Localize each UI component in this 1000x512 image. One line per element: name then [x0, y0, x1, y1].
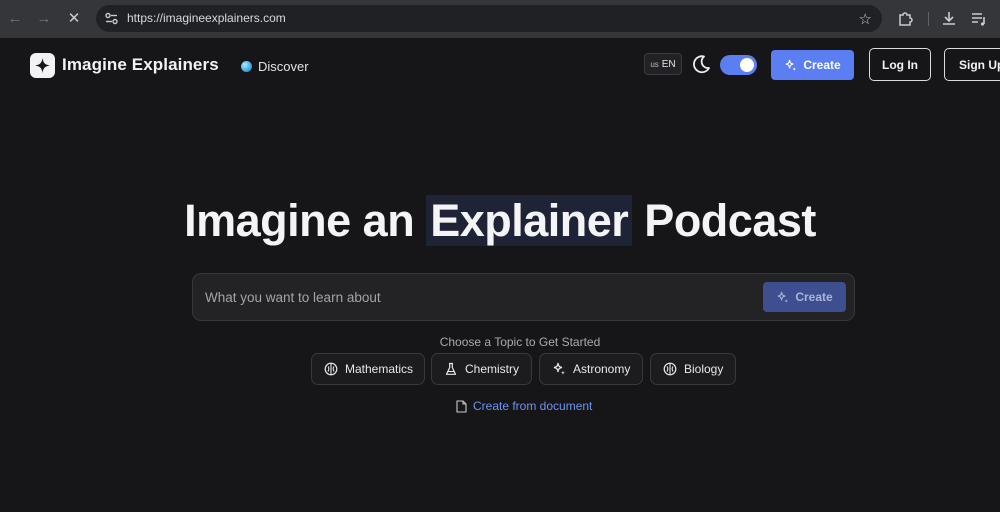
topic-chip-astronomy[interactable]: Astronomy: [539, 353, 643, 385]
us-flag-icon: us: [650, 59, 659, 69]
create-from-document-link[interactable]: Create from document: [456, 399, 592, 413]
logo-icon[interactable]: [30, 53, 55, 78]
discover-icon: [241, 60, 252, 72]
sparkles-icon: [786, 59, 797, 71]
topic-search-input[interactable]: [205, 286, 745, 308]
topic-chip-label: Astronomy: [573, 362, 631, 376]
hero-title-start: Imagine an: [184, 195, 427, 246]
language-selector[interactable]: us EN: [644, 53, 682, 75]
back-arrow-icon[interactable]: ←: [5, 9, 25, 29]
stop-loading-icon[interactable]: ✕: [64, 9, 84, 29]
page-body: Imagine Explainers Discover us EN Create…: [0, 38, 1000, 512]
create-from-document-label: Create from document: [473, 399, 593, 413]
flask-icon: [445, 362, 457, 375]
topic-chip-label: Mathematics: [345, 362, 414, 376]
login-button[interactable]: Log In: [869, 48, 931, 81]
download-icon[interactable]: [939, 9, 959, 29]
topic-chip-label: Chemistry: [465, 362, 520, 376]
url-text[interactable]: https://imagineexplainers.com: [127, 11, 286, 25]
search-create-label: Create: [795, 290, 833, 304]
search-create-button[interactable]: Create: [763, 282, 846, 312]
toolbar-divider: [928, 12, 929, 26]
site-settings-icon[interactable]: [104, 11, 119, 26]
sparkles-icon: [778, 291, 789, 303]
topic-chip-mathematics[interactable]: Mathematics: [311, 353, 425, 385]
topic-search-box: Create: [192, 273, 855, 321]
topic-heading: Choose a Topic to Get Started: [439, 335, 601, 349]
bookmark-star-icon[interactable]: ☆: [859, 10, 872, 28]
topic-chip-chemistry[interactable]: Chemistry: [431, 353, 532, 385]
hero-title: Imagine an Explainer Podcast: [0, 195, 1000, 247]
create-button-label: Create: [803, 58, 841, 72]
hero-title-end: Podcast: [632, 195, 816, 246]
brain-icon: [663, 362, 677, 376]
create-button[interactable]: Create: [771, 50, 854, 80]
discover-label: Discover: [258, 58, 309, 74]
topic-chip-label: Biology: [684, 362, 724, 376]
document-icon: [456, 399, 467, 413]
signup-button[interactable]: Sign Up: [944, 48, 1000, 81]
brain-icon: [324, 362, 338, 376]
discover-link[interactable]: Discover: [241, 57, 309, 75]
moon-icon: [693, 55, 710, 74]
address-bar[interactable]: https://imagineexplainers.com ☆: [96, 5, 882, 32]
brand-name[interactable]: Imagine Explainers: [62, 55, 219, 75]
forward-arrow-icon[interactable]: →: [34, 9, 54, 29]
browser-toolbar: ← → ✕ https://imagineexplainers.com ☆: [0, 0, 1000, 38]
language-code: EN: [661, 58, 676, 70]
hero-title-highlight: Explainer: [426, 195, 633, 246]
sparkles-icon: [553, 362, 565, 375]
topic-chip-biology[interactable]: Biology: [650, 353, 736, 385]
toggle-knob: [740, 58, 754, 72]
extensions-puzzle-icon[interactable]: [896, 9, 916, 29]
media-queue-icon[interactable]: [969, 9, 989, 29]
dark-mode-toggle[interactable]: [720, 55, 757, 75]
